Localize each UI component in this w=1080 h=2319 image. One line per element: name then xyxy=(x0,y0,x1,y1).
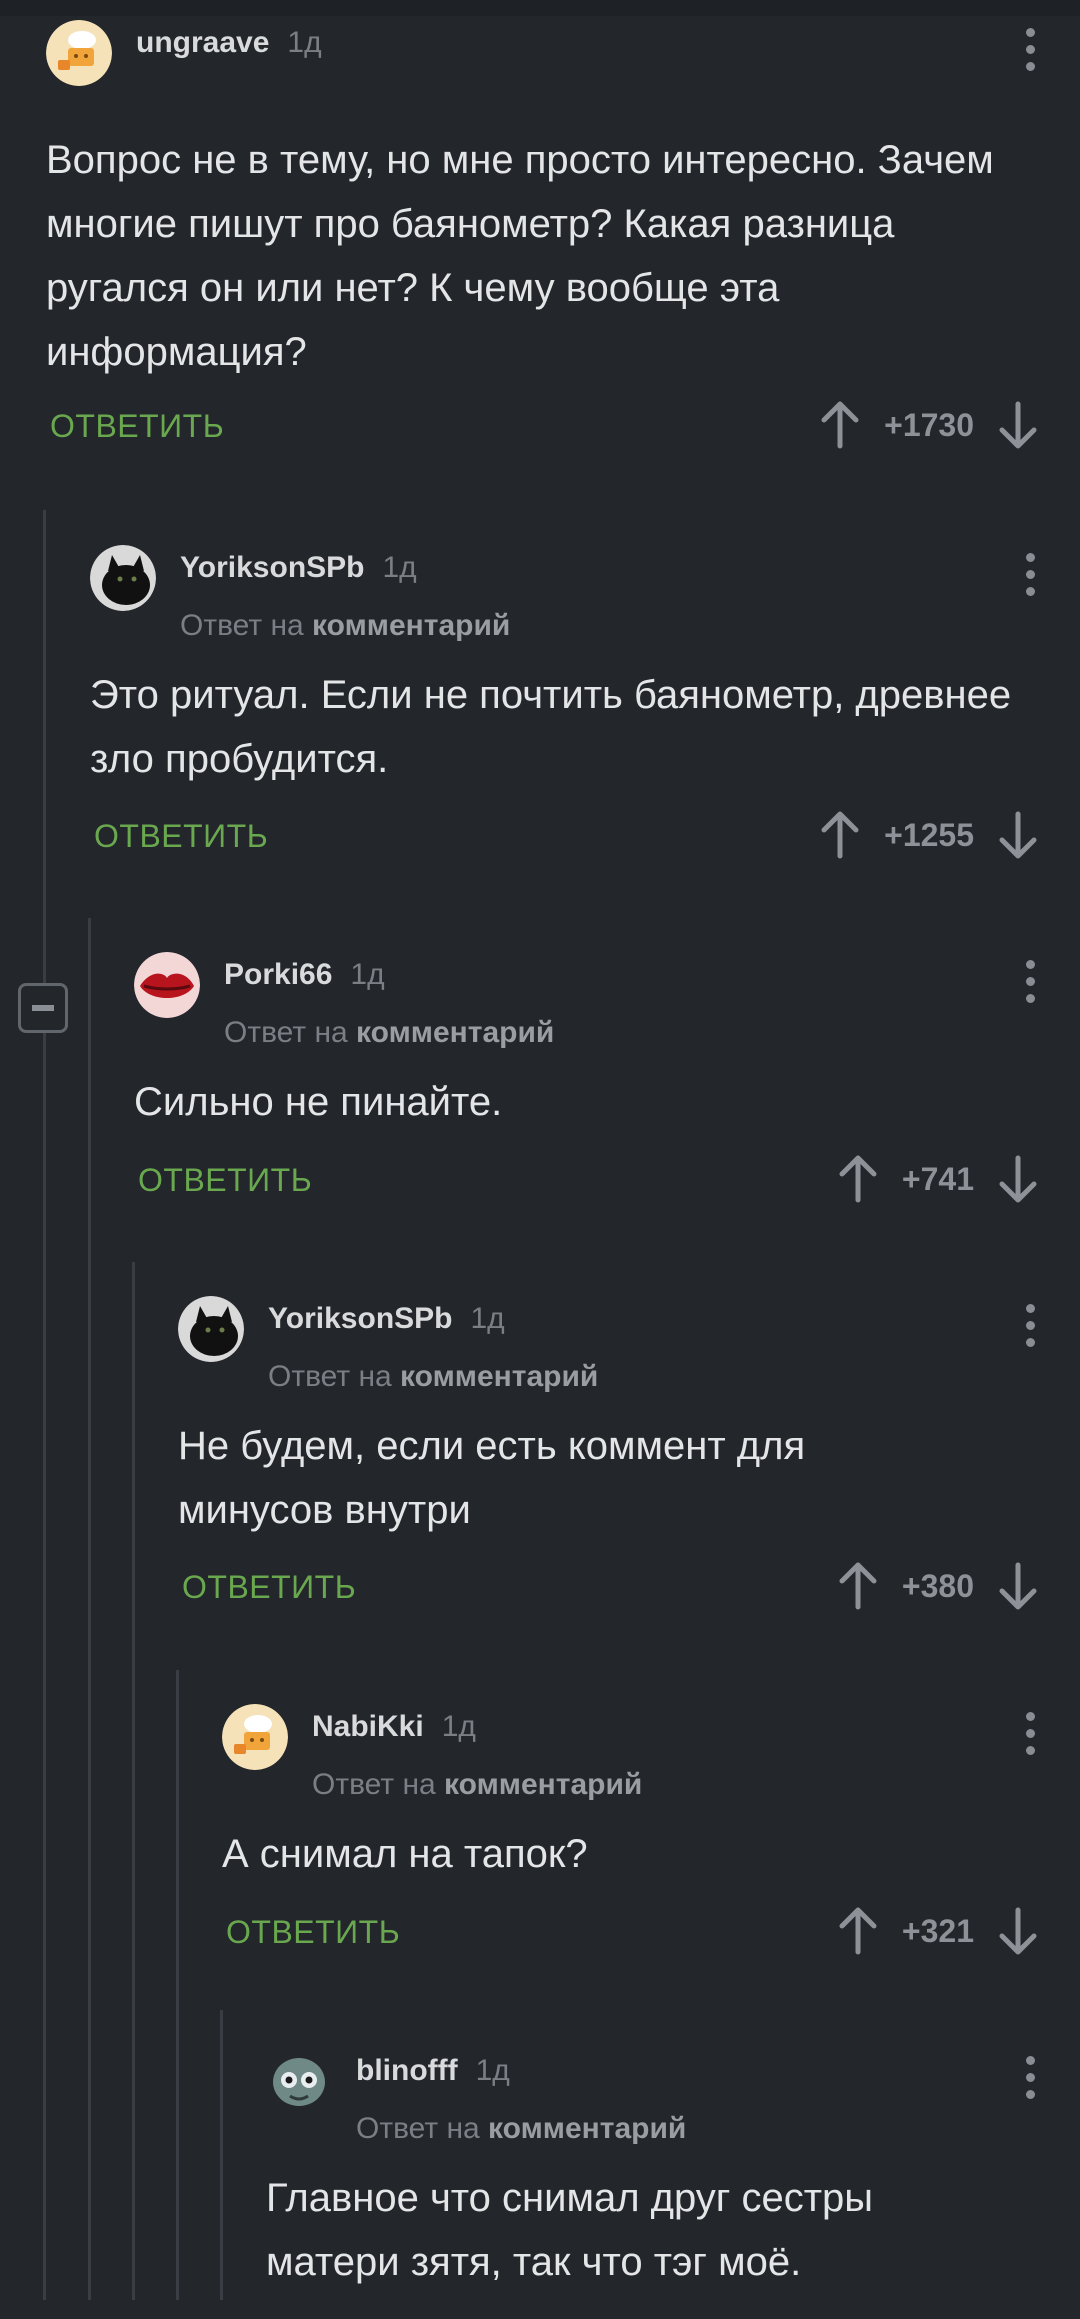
comment-text: Это ритуал. Если не почтить баянометр, д… xyxy=(90,673,1012,781)
comment-time: 1д xyxy=(441,1710,476,1743)
comment-meta: blinofff 1д xyxy=(356,2054,510,2088)
comment: YoriksonSPb 1д Ответ на комментарий Не б… xyxy=(178,1296,1080,1626)
more-options-icon[interactable] xyxy=(1024,960,1036,1008)
upvote-icon[interactable] xyxy=(836,1561,880,1611)
reply-button[interactable]: ОТВЕТИТЬ xyxy=(50,408,224,445)
reply-button[interactable]: ОТВЕТИТЬ xyxy=(182,1569,356,1606)
comment-rating: +321 xyxy=(901,1912,974,1949)
comment-time: 1д xyxy=(382,551,417,584)
comment-meta: YoriksonSPb 1д xyxy=(268,1302,505,1336)
upvote-icon[interactable] xyxy=(818,400,862,450)
comment-text: Главное что снимал друг сестры матери зя… xyxy=(266,2176,874,2284)
comment-actions: ОТВЕТИТЬ +1730 xyxy=(50,400,1080,450)
comment-meta: ungraave 1д xyxy=(136,26,322,60)
reply-to-label: Ответ на комментарий xyxy=(268,1360,598,1394)
creature-avatar[interactable] xyxy=(266,2048,332,2114)
reply-to-prefix: Ответ на xyxy=(312,1768,436,1801)
comment-time: 1д xyxy=(287,26,322,59)
vote-controls: +1255 xyxy=(818,810,1040,860)
downvote-icon[interactable] xyxy=(996,810,1040,860)
reply-to-label: Ответ на комментарий xyxy=(180,609,510,643)
chef-avatar[interactable] xyxy=(222,1704,288,1770)
reply-to-link[interactable]: комментарий xyxy=(400,1360,598,1393)
comment: ungraave 1д Вопрос не в тему, но мне про… xyxy=(46,20,1080,460)
reply-to-prefix: Ответ на xyxy=(180,609,304,642)
upvote-icon[interactable] xyxy=(836,1906,880,1956)
comment-meta: Porki66 1д xyxy=(224,958,385,992)
vote-controls: +321 xyxy=(836,1906,1040,1956)
black-cat-avatar[interactable] xyxy=(90,545,156,611)
thread-line-level-4[interactable] xyxy=(176,1670,179,2319)
reply-to-link[interactable]: комментарий xyxy=(444,1768,642,1801)
reply-to-link[interactable]: комментарий xyxy=(356,1016,554,1049)
reply-to-prefix: Ответ на xyxy=(268,1360,392,1393)
username[interactable]: YoriksonSPb xyxy=(180,551,364,585)
status-strip xyxy=(0,0,1080,16)
comment: NabiKki 1д Ответ на комментарий А снимал… xyxy=(222,1704,1080,1964)
comment-time: 1д xyxy=(475,2054,510,2087)
username[interactable]: NabiKki xyxy=(312,1710,424,1744)
comment-time: 1д xyxy=(350,958,385,991)
comment-text: Не будем, если есть коммент для минусов … xyxy=(178,1424,806,1532)
reply-to-prefix: Ответ на xyxy=(224,1016,348,1049)
comment-actions: ОТВЕТИТЬ +380 xyxy=(182,1561,1080,1611)
more-options-icon[interactable] xyxy=(1024,1304,1036,1352)
comment: YoriksonSPb 1д Ответ на комментарий Это … xyxy=(90,545,1080,875)
comment-rating: +1255 xyxy=(884,816,974,853)
comment-actions: ОТВЕТИТЬ +741 xyxy=(138,1154,1080,1204)
more-options-icon[interactable] xyxy=(1024,2056,1036,2104)
reply-button[interactable]: ОТВЕТИТЬ xyxy=(94,818,268,855)
comment-rating: +741 xyxy=(901,1160,974,1197)
comment-time: 1д xyxy=(470,1302,505,1335)
thread-line-level-3[interactable] xyxy=(132,1262,135,2319)
collapse-thread-button[interactable] xyxy=(18,983,68,1033)
reply-button[interactable]: ОТВЕТИТЬ xyxy=(226,1914,400,1951)
more-options-icon[interactable] xyxy=(1024,1712,1036,1760)
comment: Porki66 1д Ответ на комментарий Сильно н… xyxy=(134,952,1080,1212)
bottom-edge xyxy=(0,2300,1080,2319)
downvote-icon[interactable] xyxy=(996,1154,1040,1204)
reply-button[interactable]: ОТВЕТИТЬ xyxy=(138,1162,312,1199)
comment-rating: +380 xyxy=(901,1567,974,1604)
comment-text: Вопрос не в тему, но мне просто интересн… xyxy=(46,138,994,374)
comment-actions: ОТВЕТИТЬ +321 xyxy=(226,1906,1080,1956)
username[interactable]: blinofff xyxy=(356,2054,458,2088)
reply-to-link[interactable]: комментарий xyxy=(312,609,510,642)
red-lips-avatar[interactable] xyxy=(134,952,200,1018)
thread-line-level-2[interactable] xyxy=(88,918,91,2319)
comment: blinofff 1д Ответ на комментарий Главное… xyxy=(266,2048,1080,2319)
comment-text: Сильно не пинайте. xyxy=(134,1080,503,1124)
username[interactable]: YoriksonSPb xyxy=(268,1302,452,1336)
comment-rating: +1730 xyxy=(884,406,974,443)
upvote-icon[interactable] xyxy=(818,810,862,860)
comment-actions: ОТВЕТИТЬ +1255 xyxy=(94,810,1080,860)
username[interactable]: Porki66 xyxy=(224,958,332,992)
reply-to-label: Ответ на комментарий xyxy=(224,1016,554,1050)
reply-to-label: Ответ на комментарий xyxy=(356,2112,686,2146)
comment-text: А снимал на тапок? xyxy=(222,1832,588,1876)
black-cat-avatar[interactable] xyxy=(178,1296,244,1362)
vote-controls: +380 xyxy=(836,1561,1040,1611)
username[interactable]: ungraave xyxy=(136,26,269,60)
chef-avatar[interactable] xyxy=(46,20,112,86)
downvote-icon[interactable] xyxy=(996,1561,1040,1611)
thread-line-level-5[interactable] xyxy=(220,2010,223,2319)
downvote-icon[interactable] xyxy=(996,400,1040,450)
more-options-icon[interactable] xyxy=(1024,28,1036,76)
vote-controls: +1730 xyxy=(818,400,1040,450)
more-options-icon[interactable] xyxy=(1024,553,1036,601)
reply-to-prefix: Ответ на xyxy=(356,2112,480,2145)
comment-meta: NabiKki 1д xyxy=(312,1710,476,1744)
comment-meta: YoriksonSPb 1д xyxy=(180,551,417,585)
reply-to-label: Ответ на комментарий xyxy=(312,1768,642,1802)
thread-line-level-1[interactable] xyxy=(43,510,46,2319)
downvote-icon[interactable] xyxy=(996,1906,1040,1956)
reply-to-link[interactable]: комментарий xyxy=(488,2112,686,2145)
vote-controls: +741 xyxy=(836,1154,1040,1204)
upvote-icon[interactable] xyxy=(836,1154,880,1204)
